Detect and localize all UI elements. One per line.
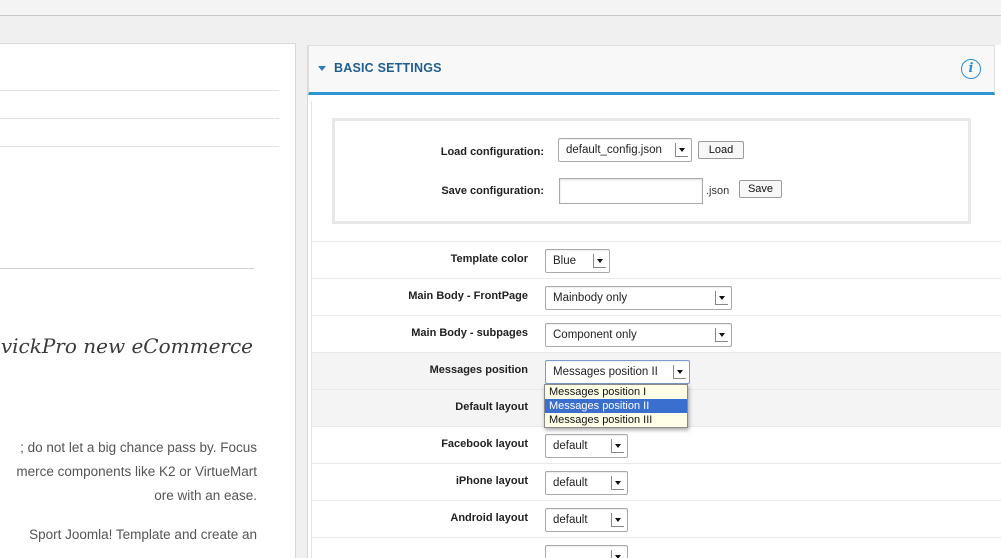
setting-label: Messages position <box>429 364 528 376</box>
template-color-select[interactable]: Blue <box>545 249 610 273</box>
setting-row-partial <box>312 537 1001 558</box>
setting-label: Android layout <box>450 512 528 524</box>
chevron-down-icon <box>715 291 728 305</box>
dropdown-option[interactable]: Messages position III <box>545 413 687 427</box>
chevron-down-icon <box>593 254 606 268</box>
basic-settings-header[interactable]: BASIC SETTINGS i <box>308 45 995 95</box>
load-config-select[interactable]: default_config.json <box>558 138 692 162</box>
select-value: Messages position II <box>553 366 658 378</box>
settings-body: Load configuration: default_config.json … <box>311 101 1001 558</box>
save-button[interactable]: Save <box>739 180 782 198</box>
iphone-layout-select[interactable]: default <box>545 471 628 495</box>
article-paragraph-line: Sport Joomla! Template and create an <box>29 527 257 542</box>
article-panel: avickPro new eCommerce ; do not let a bi… <box>0 43 296 558</box>
divider <box>0 118 279 119</box>
info-icon[interactable]: i <box>961 59 981 79</box>
setting-label: Facebook layout <box>441 438 528 450</box>
chevron-down-icon <box>673 365 686 379</box>
main-body-frontpage-select[interactable]: Mainbody only <box>545 286 732 310</box>
save-config-label: Save configuration: <box>441 185 544 197</box>
dropdown-option[interactable]: Messages position I <box>545 385 687 399</box>
setting-row-template-color: Template color Blue <box>312 241 1001 278</box>
panel-title: BASIC SETTINGS <box>334 61 442 75</box>
article-heading: avickPro new eCommerce <box>0 334 253 358</box>
save-config-input[interactable] <box>559 178 703 204</box>
configuration-box: Load configuration: default_config.json … <box>332 118 971 224</box>
setting-label: Default layout <box>455 401 528 413</box>
setting-row-facebook-layout: Facebook layout default <box>312 426 1001 463</box>
facebook-layout-select[interactable]: default <box>545 434 628 458</box>
setting-row-main-body-frontpage: Main Body - FrontPage Mainbody only <box>312 278 1001 315</box>
setting-row-android-layout: Android layout default <box>312 500 1001 537</box>
collapse-caret-icon[interactable] <box>318 66 326 71</box>
settings-panel: BASIC SETTINGS i Load configuration: def… <box>307 45 1001 558</box>
divider <box>0 268 254 269</box>
chevron-down-icon <box>715 328 728 342</box>
messages-position-select[interactable]: Messages position II <box>545 360 690 384</box>
article-paragraph-line: ; do not let a big chance pass by. Focus <box>20 440 257 455</box>
setting-label: iPhone layout <box>455 475 528 487</box>
json-extension-label: .json <box>706 185 730 197</box>
chevron-down-icon <box>675 143 688 157</box>
setting-label: Main Body - subpages <box>411 327 528 339</box>
chevron-down-icon <box>611 476 624 490</box>
chevron-down-icon <box>611 550 624 558</box>
chevron-down-icon <box>611 513 624 527</box>
article-paragraph-line: ore with an ease. <box>154 488 257 503</box>
setting-row-iphone-layout: iPhone layout default <box>312 463 1001 500</box>
messages-position-dropdown: Messages position I Messages position II… <box>544 384 688 428</box>
setting-label: Main Body - FrontPage <box>408 290 528 302</box>
select-value: default <box>553 514 588 526</box>
load-button[interactable]: Load <box>698 141 744 159</box>
divider <box>0 146 279 147</box>
chevron-down-icon <box>611 439 624 453</box>
select-value: Blue <box>553 255 577 267</box>
select-value: default <box>553 440 588 452</box>
main-body-subpages-select[interactable]: Component only <box>545 323 732 347</box>
setting-row-main-body-subpages: Main Body - subpages Component only <box>312 315 1001 352</box>
select-value: Mainbody only <box>553 292 628 304</box>
divider <box>0 90 279 91</box>
window-top-bar <box>0 0 1001 16</box>
android-layout-select[interactable]: default <box>545 508 628 532</box>
select-value: Component only <box>553 329 637 341</box>
partial-layout-select[interactable] <box>545 545 628 558</box>
select-value: default_config.json <box>566 144 662 156</box>
article-paragraph-line: merce components like K2 or VirtueMart <box>16 464 257 479</box>
load-config-label: Load configuration: <box>440 146 544 158</box>
dropdown-option-selected[interactable]: Messages position II <box>545 399 687 413</box>
setting-label: Template color <box>450 253 528 265</box>
select-value: default <box>553 477 588 489</box>
